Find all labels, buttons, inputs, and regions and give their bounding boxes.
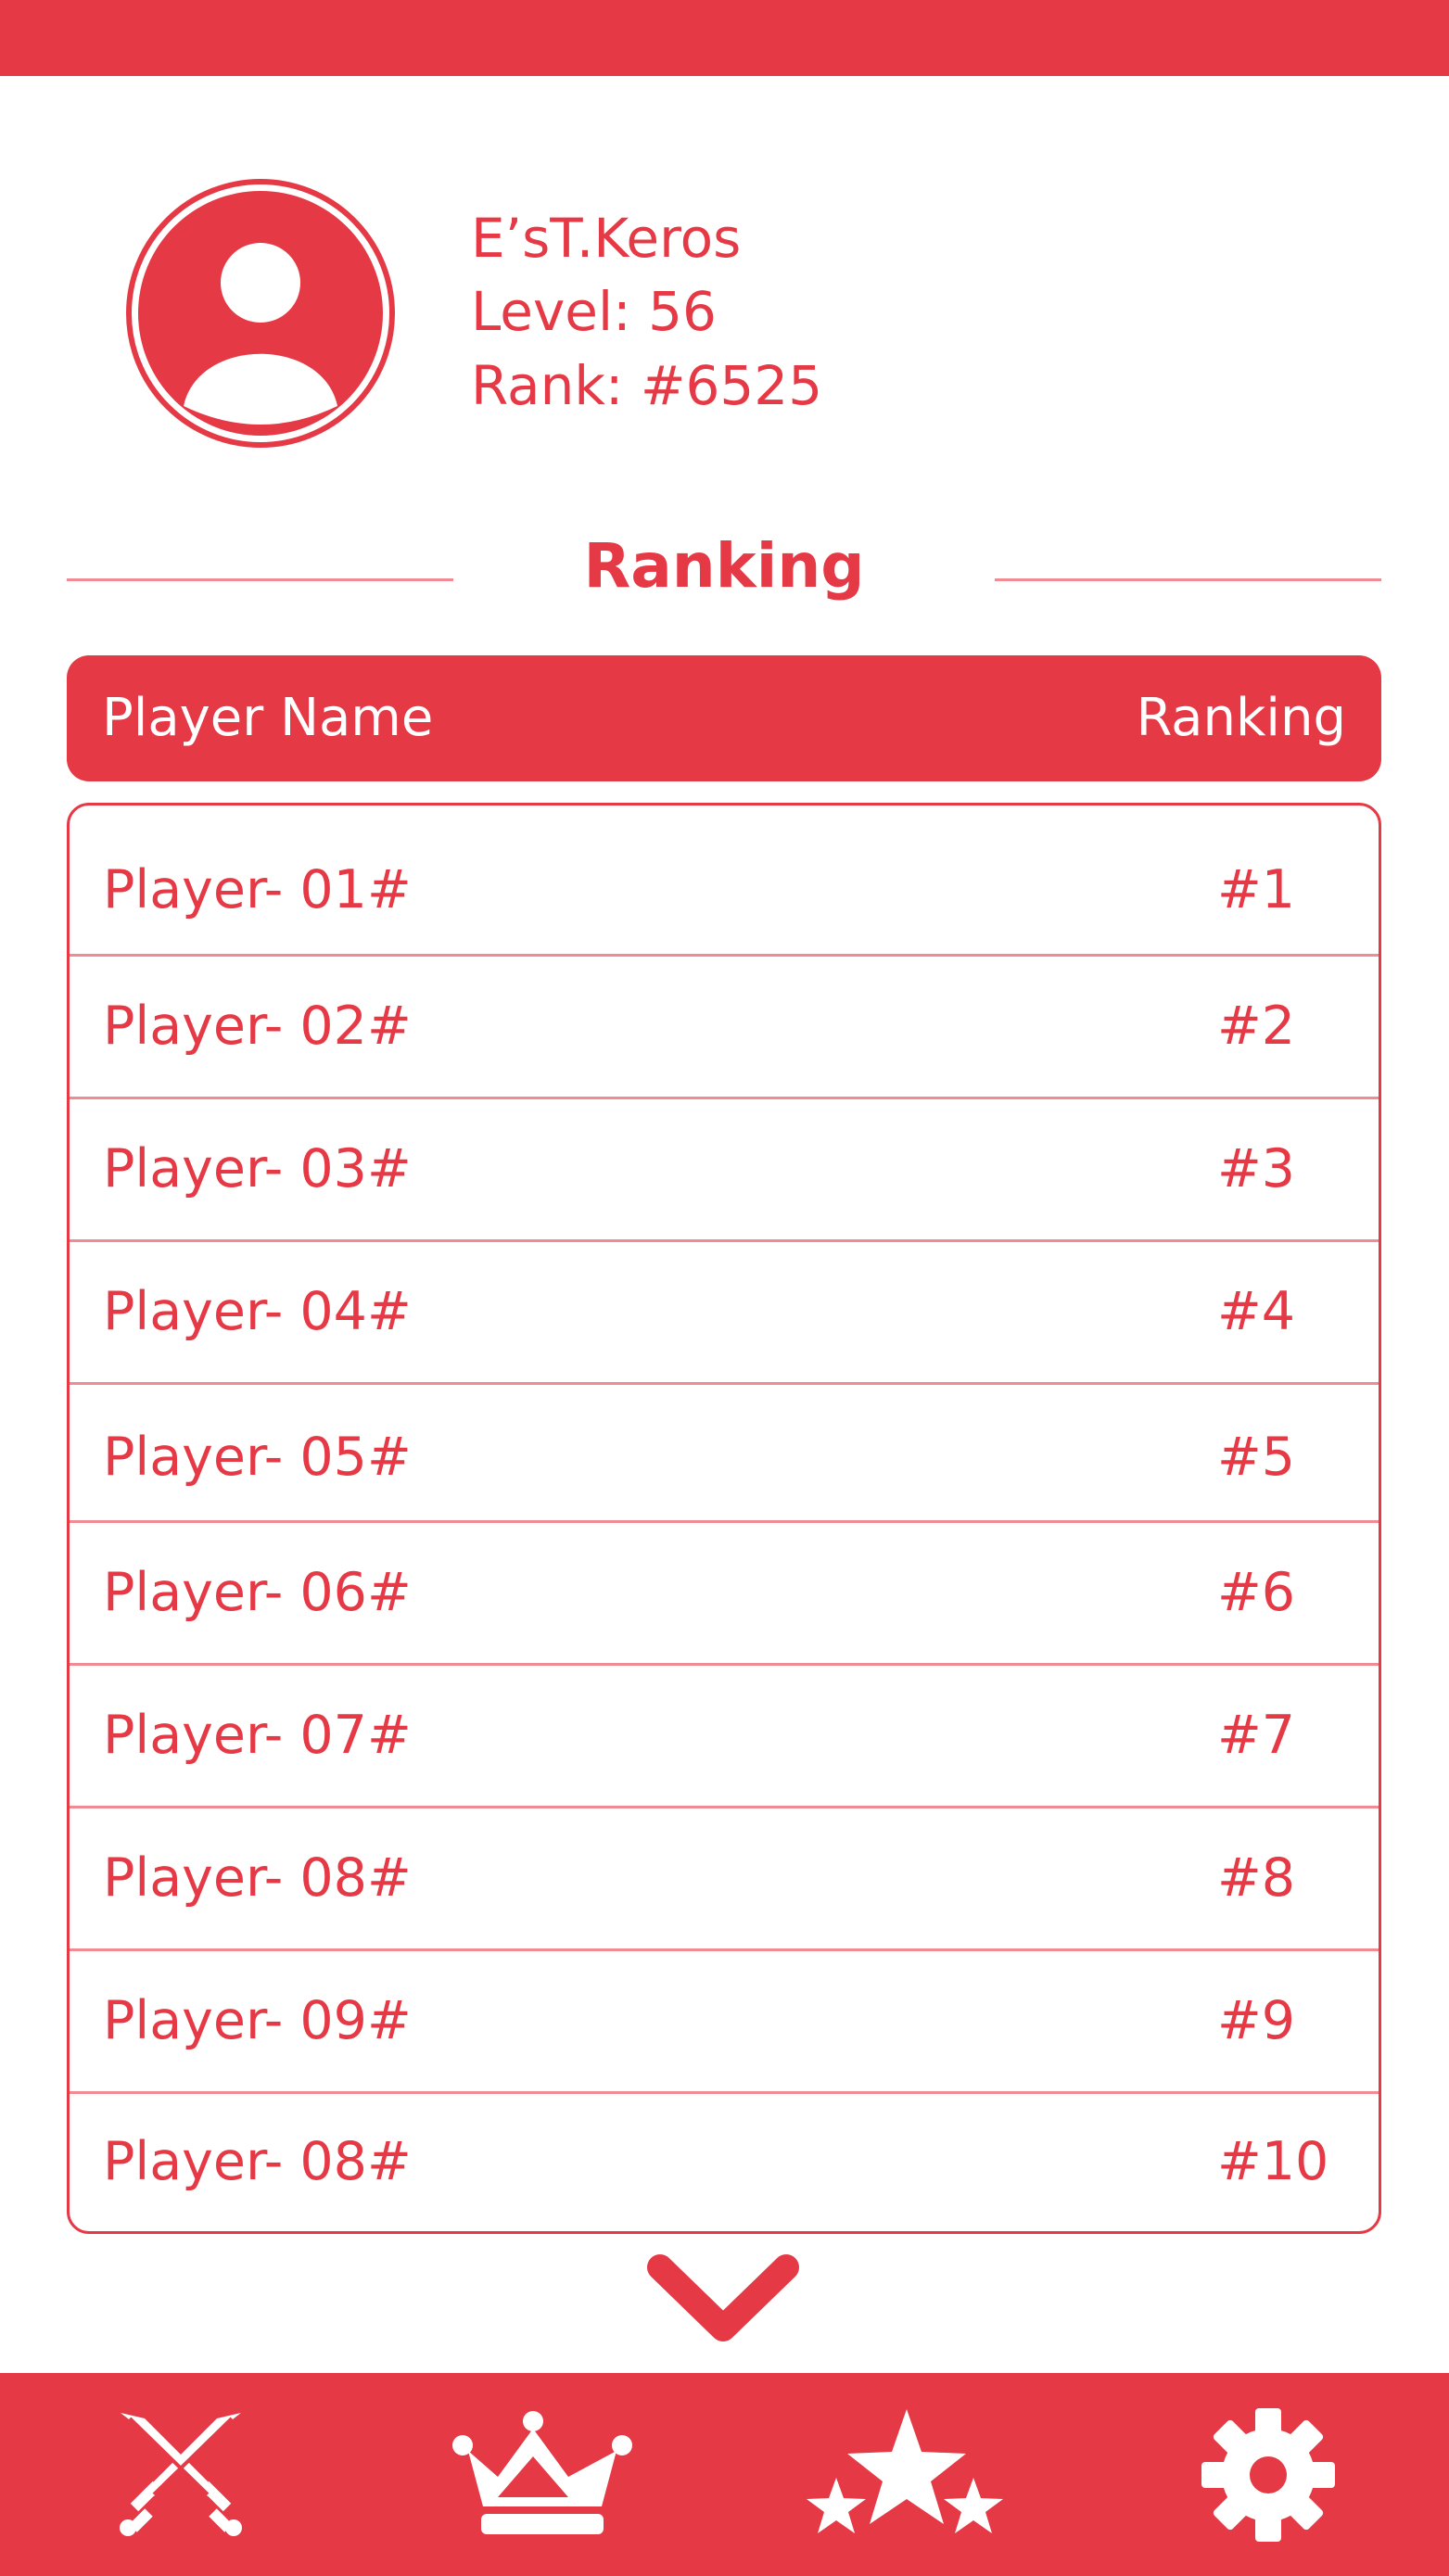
nav-ranking-button[interactable] — [426, 2373, 658, 2576]
table-header: Player Name Ranking — [67, 655, 1381, 781]
section-divider-right — [995, 578, 1381, 581]
nav-settings-button[interactable] — [1152, 2373, 1384, 2576]
table-row[interactable]: Player- 02# #2 — [70, 957, 1379, 1099]
player-rank: #4 — [1217, 1281, 1296, 1342]
table-row[interactable]: Player- 04# #4 — [70, 1242, 1379, 1385]
table-row[interactable]: Player- 08# #10 — [70, 2094, 1379, 2231]
chevron-down-icon[interactable] — [640, 2247, 807, 2349]
player-rank: #10 — [1217, 2131, 1329, 2192]
player-name: Player- 08# — [103, 2131, 412, 2192]
gear-icon — [1199, 2405, 1338, 2544]
profile-level: Level: 56 — [471, 280, 717, 343]
player-name: Player- 03# — [103, 1138, 412, 1199]
top-bar — [0, 0, 1449, 76]
player-rank: #1 — [1217, 859, 1296, 920]
profile-rank: Rank: #6525 — [471, 354, 823, 417]
section-title: Ranking — [583, 530, 865, 602]
table-row[interactable]: Player- 03# #3 — [70, 1099, 1379, 1242]
player-name: Player- 01# — [103, 859, 412, 920]
player-name: Player- 02# — [103, 996, 412, 1057]
player-rank: #6 — [1217, 1562, 1296, 1623]
player-rank: #3 — [1217, 1138, 1296, 1199]
player-rank: #8 — [1217, 1847, 1296, 1909]
section-divider-left — [67, 578, 453, 581]
column-header-player-name: Player Name — [102, 688, 434, 748]
user-avatar-icon[interactable] — [126, 179, 395, 448]
crossed-swords-icon — [111, 2405, 250, 2544]
stars-icon — [803, 2405, 1007, 2544]
profile-name: E’sT.Keros — [471, 207, 742, 270]
ranking-table: Player- 01# #1 Player- 02# #2 Player- 03… — [67, 803, 1381, 2234]
nav-battle-button[interactable] — [65, 2373, 297, 2576]
player-name: Player- 08# — [103, 1847, 412, 1909]
table-row[interactable]: Player- 05# #5 — [70, 1385, 1379, 1523]
table-row[interactable]: Player- 07# #7 — [70, 1666, 1379, 1808]
player-name: Player- 06# — [103, 1562, 412, 1623]
player-rank: #9 — [1217, 1990, 1296, 2051]
table-row[interactable]: Player- 01# #1 — [70, 806, 1379, 957]
player-rank: #2 — [1217, 996, 1296, 1057]
player-name: Player- 09# — [103, 1990, 412, 2051]
player-rank: #7 — [1217, 1705, 1296, 1766]
player-rank: #5 — [1217, 1427, 1296, 1488]
column-header-ranking: Ranking — [1136, 688, 1346, 748]
table-row[interactable]: Player- 08# #8 — [70, 1808, 1379, 1951]
table-row[interactable]: Player- 06# #6 — [70, 1523, 1379, 1666]
crown-icon — [450, 2410, 635, 2540]
table-row[interactable]: Player- 09# #9 — [70, 1951, 1379, 2094]
player-name: Player- 05# — [103, 1427, 412, 1488]
player-name: Player- 04# — [103, 1281, 412, 1342]
nav-achievements-button[interactable] — [789, 2373, 1021, 2576]
bottom-nav — [0, 2373, 1449, 2576]
player-name: Player- 07# — [103, 1705, 412, 1766]
